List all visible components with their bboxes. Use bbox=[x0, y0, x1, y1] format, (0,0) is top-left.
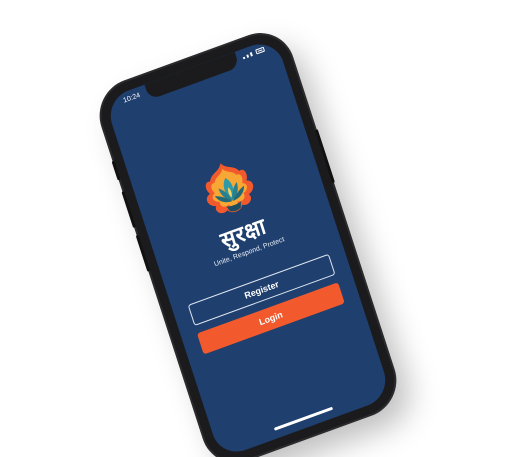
mute-switch bbox=[111, 160, 121, 181]
welcome-content: सुरक्षा Unite, Respond, Protect Register… bbox=[104, 37, 392, 457]
mockup-scene: 10:24 सुरक्षा Unite, Respond, Protect Re… bbox=[0, 0, 512, 457]
volume-up-button bbox=[121, 190, 137, 229]
phone-screen: 10:24 सुरक्षा Unite, Respond, Protect Re… bbox=[104, 37, 392, 457]
volume-down-button bbox=[135, 234, 151, 272]
phone-frame: 10:24 सुरक्षा Unite, Respond, Protect Re… bbox=[92, 25, 404, 457]
